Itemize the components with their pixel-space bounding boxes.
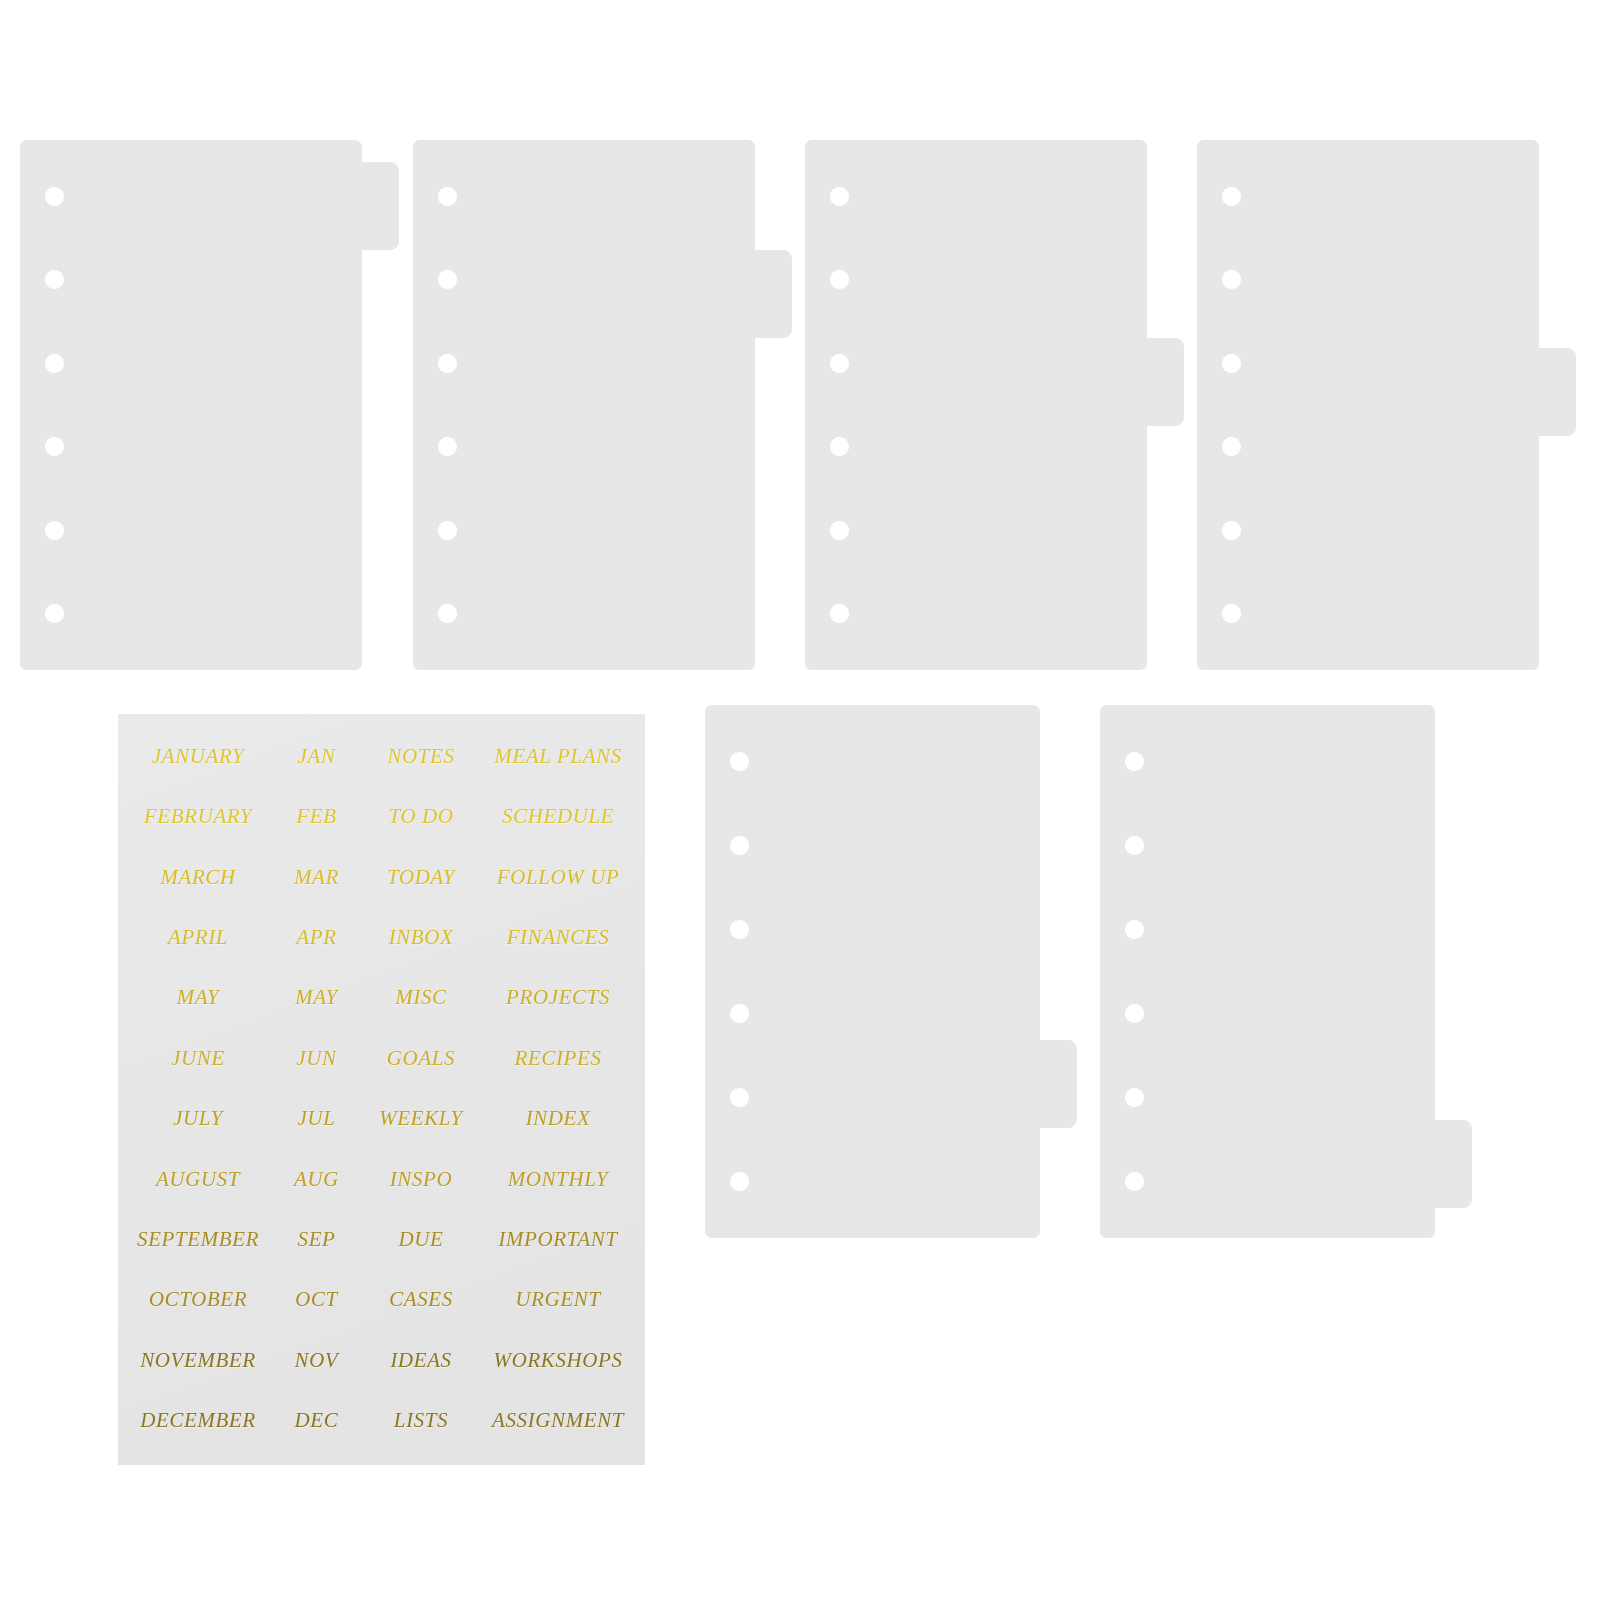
sticker-label: APRIL	[167, 924, 229, 949]
binder-ring-hole	[1125, 1004, 1144, 1023]
binder-ring-hole	[730, 1004, 749, 1023]
binder-ring-hole	[830, 520, 849, 540]
divider-index-tab	[745, 250, 792, 338]
sticker-label: RECIPES	[514, 1045, 602, 1070]
sticker-label: OCT	[295, 1287, 338, 1312]
sticker-label: JAN	[297, 743, 336, 768]
sticker-label: FOLLOW UP	[496, 864, 620, 889]
sticker-label: NOTES	[387, 743, 455, 768]
divider-2	[413, 140, 792, 670]
sticker-label: TODAY	[386, 864, 455, 889]
sticker-label: NOVEMBER	[140, 1347, 256, 1372]
divider-page-body	[20, 140, 362, 670]
binder-ring-hole	[438, 604, 457, 623]
sticker-label: APR	[296, 924, 337, 949]
binder-ring-hole	[45, 520, 64, 540]
binder-ring-hole	[45, 604, 64, 623]
binder-ring-hole	[438, 520, 457, 540]
binder-ring-hole	[438, 187, 457, 206]
divider-index-tab	[1137, 338, 1184, 426]
sticker-label: URGENT	[515, 1287, 601, 1312]
divider-page-body	[1197, 140, 1539, 670]
divider-page-body	[413, 140, 755, 670]
divider-4	[1197, 140, 1576, 670]
sticker-label: JUL	[297, 1106, 336, 1131]
binder-ring-hole	[1125, 1088, 1144, 1107]
sticker-label: MONTHLY	[507, 1166, 609, 1191]
binder-ring-hole	[830, 604, 849, 623]
divider-index-tab	[1030, 1040, 1077, 1128]
sticker-label: TO DO	[388, 804, 454, 829]
sticker-label: INDEX	[525, 1106, 591, 1131]
sticker-label: JANUARY	[151, 743, 245, 768]
divider-page-body	[705, 705, 1040, 1238]
binder-ring-hole	[730, 1088, 749, 1107]
sticker-label: JUN	[296, 1045, 337, 1070]
sticker-label: NOV	[294, 1347, 339, 1372]
binder-ring-hole	[45, 187, 64, 206]
gold-foil-label-sticker-sheet: JANUARY JAN NOTES MEAL PLANS FEBRUARY FEB TO D…	[118, 714, 645, 1465]
divider-page-body	[1100, 705, 1435, 1238]
sticker-label: INSPO	[389, 1166, 453, 1191]
sticker-label: FEBRUARY	[143, 804, 253, 829]
product-photo-canvas: JANUARY JAN NOTES MEAL PLANS FEBRUARY FEB TO D…	[0, 0, 1600, 1600]
divider-5	[705, 705, 1077, 1238]
sticker-label: SEP	[297, 1227, 336, 1252]
binder-ring-hole	[1125, 752, 1144, 771]
sticker-label: CASES	[389, 1287, 453, 1312]
sticker-label: SCHEDULE	[501, 804, 615, 829]
sticker-label: DUE	[398, 1227, 444, 1252]
sticker-label: AUG	[293, 1166, 339, 1191]
sticker-label: AUGUST	[155, 1166, 241, 1191]
binder-ring-hole	[1222, 353, 1241, 373]
sticker-label: OCTOBER	[148, 1287, 248, 1312]
binder-ring-hole	[438, 353, 457, 373]
divider-index-tab	[1425, 1120, 1472, 1208]
divider-page-body	[805, 140, 1147, 670]
binder-ring-hole	[45, 353, 64, 373]
binder-ring-hole	[1125, 836, 1144, 855]
binder-ring-hole	[1222, 520, 1241, 540]
sticker-label: MISC	[395, 985, 447, 1010]
sticker-label: IDEAS	[390, 1347, 452, 1372]
sticker-label: DECEMBER	[140, 1408, 256, 1433]
sticker-label: LISTS	[393, 1408, 449, 1433]
sticker-label: JUNE	[171, 1045, 225, 1070]
divider-index-tab	[1529, 348, 1576, 436]
sticker-label: PROJECTS	[506, 985, 610, 1010]
sticker-label: GOALS	[386, 1045, 456, 1070]
sticker-label: MAY	[295, 985, 338, 1010]
sticker-label: SEPTEMBER	[136, 1227, 260, 1252]
sticker-label-grid: JANUARY JAN NOTES MEAL PLANS FEBRUARY FEB TO D…	[118, 714, 645, 1465]
divider-6	[1100, 705, 1472, 1238]
binder-ring-hole	[1222, 604, 1241, 623]
sticker-label: FINANCES	[506, 924, 610, 949]
sticker-label: INBOX	[388, 924, 454, 949]
binder-ring-hole	[730, 752, 749, 771]
sticker-label: WEEKLY	[379, 1106, 463, 1131]
binder-ring-hole	[830, 353, 849, 373]
binder-ring-hole	[730, 1172, 749, 1191]
divider-1	[20, 140, 399, 670]
sticker-label: MAR	[293, 864, 339, 889]
sticker-label: ASSIGNMENT	[492, 1408, 625, 1433]
sticker-label: MEAL PLANS	[494, 743, 622, 768]
binder-ring-hole	[730, 920, 749, 939]
binder-ring-hole	[830, 187, 849, 206]
sticker-label: MAY	[176, 985, 220, 1010]
binder-ring-hole	[1125, 1172, 1144, 1191]
sticker-label: WORKSHOPS	[493, 1347, 623, 1372]
sticker-label: DEC	[294, 1408, 339, 1433]
sticker-label: MARCH	[160, 864, 236, 889]
binder-ring-hole	[1222, 187, 1241, 206]
sticker-label: IMPORTANT	[498, 1227, 618, 1252]
binder-ring-hole	[730, 836, 749, 855]
sticker-label: JULY	[173, 1106, 223, 1131]
divider-3	[805, 140, 1184, 670]
divider-index-tab	[352, 162, 399, 250]
sticker-label: FEB	[296, 804, 337, 829]
binder-ring-hole	[1125, 920, 1144, 939]
